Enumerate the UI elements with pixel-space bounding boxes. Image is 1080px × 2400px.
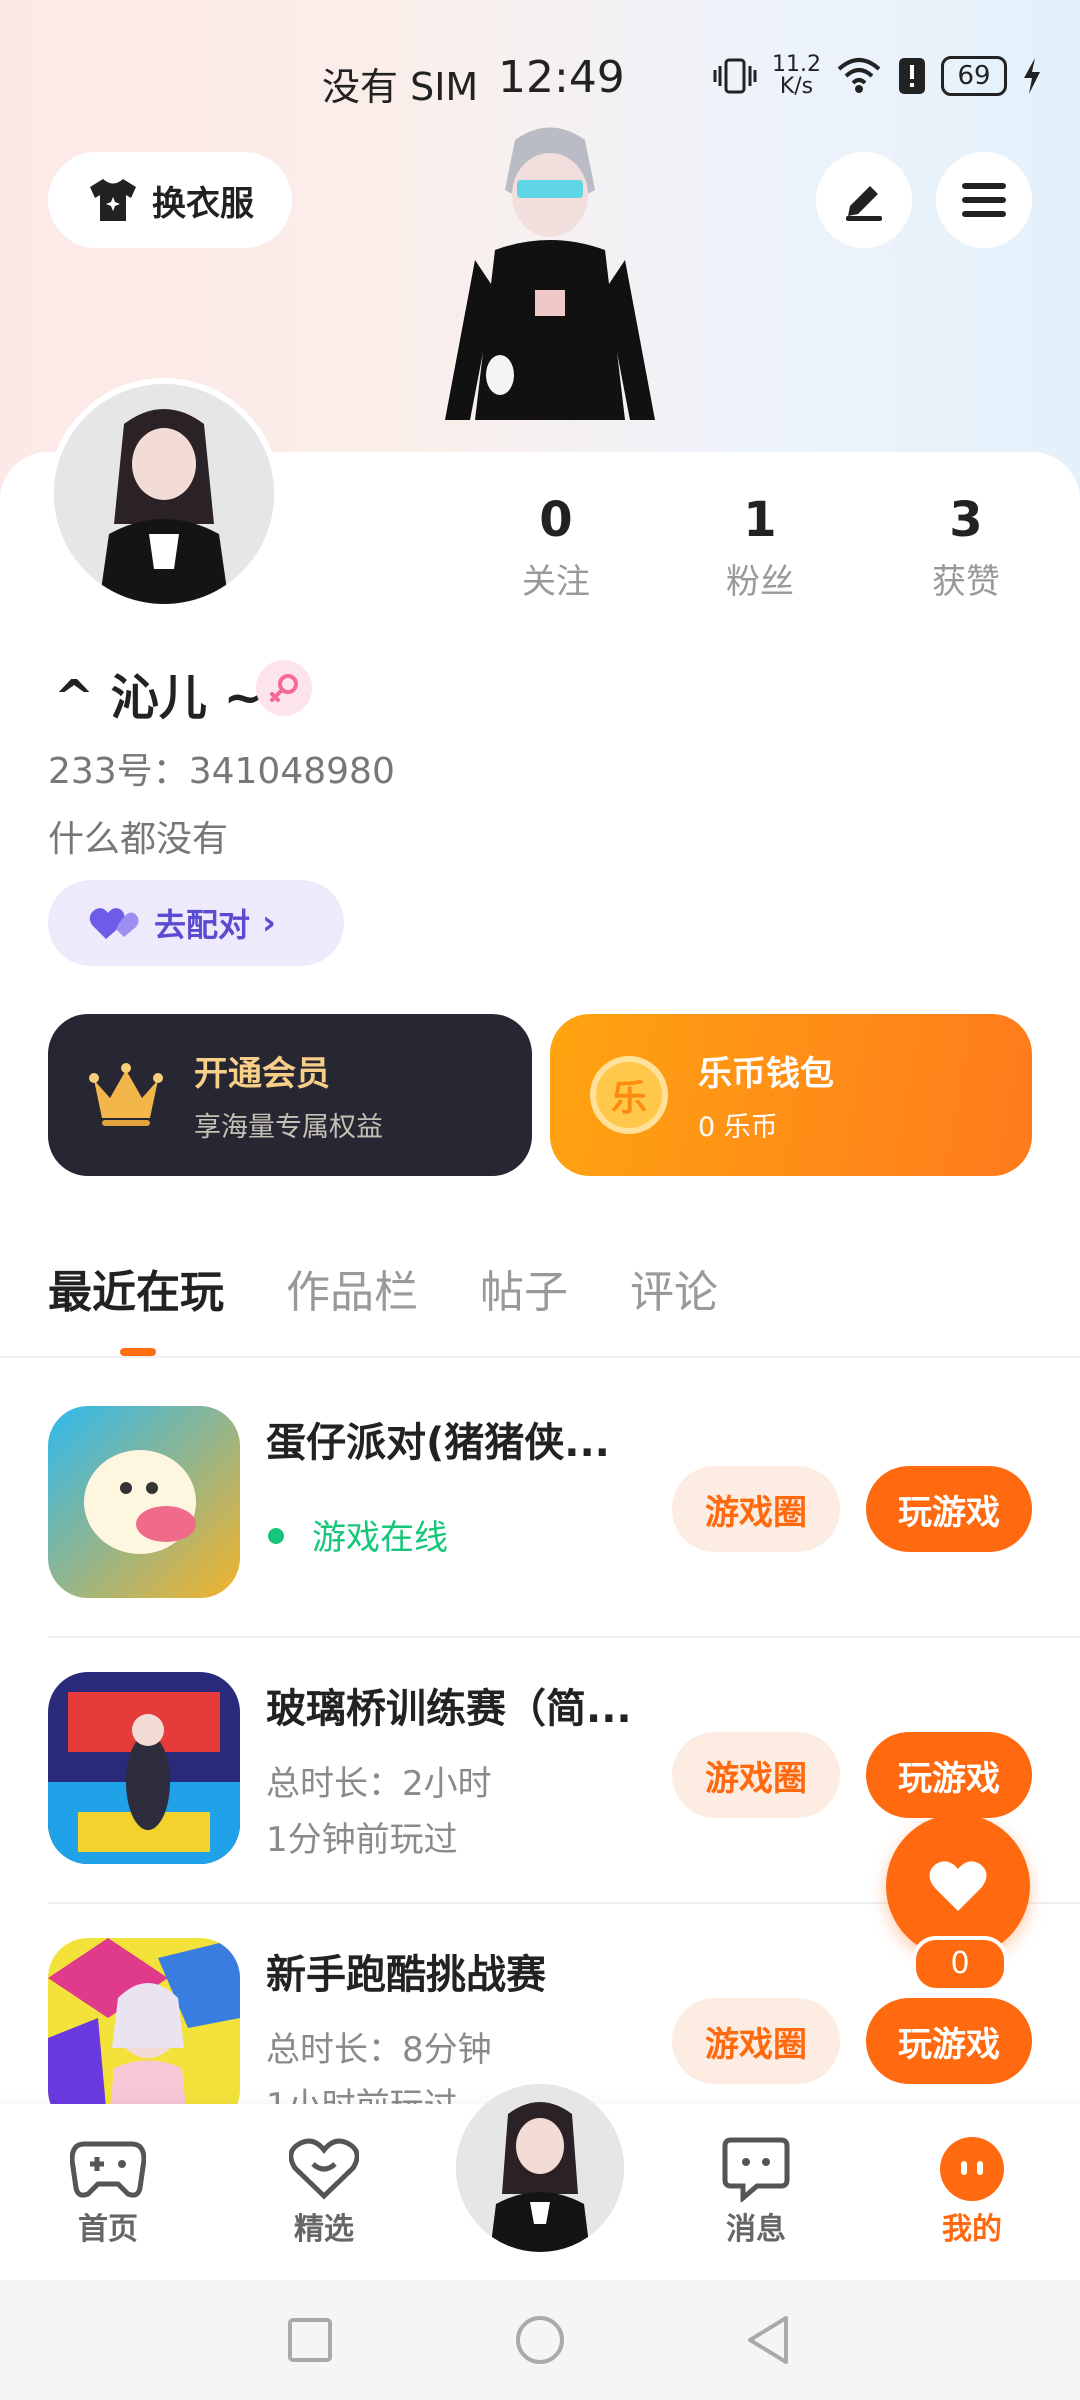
game-icon [48,1672,240,1864]
nickname: ^ 沁儿 ~ [54,670,264,726]
game-title: 玻璃桥训练赛（简... [266,1686,632,1732]
female-gender-icon [256,660,312,716]
system-navigation-bar [0,2280,1080,2400]
user-bio: 什么都没有 [48,819,229,860]
likes-stat[interactable]: 3 获赞 [876,492,1056,603]
sim-alert-icon [898,58,925,94]
play-duration: 总时长：2小时 [266,1764,492,1804]
wifi-icon [837,58,881,93]
online-status-text: 游戏在线 [312,1518,448,1558]
coin-wallet-card[interactable]: 乐 乐币钱包 0 乐币 [550,1014,1032,1176]
nav-featured-label: 精选 [294,2212,354,2247]
wallet-balance: 0 乐币 [698,1112,778,1143]
play-duration: 总时长：8分钟 [266,2030,492,2070]
carrier-text: 没有 SIM [322,65,479,109]
followers-count: 1 [743,492,777,548]
user-id: 233号：341048980 [48,751,395,792]
vip-title: 开通会员 [194,1054,330,1094]
chevron-right-icon: › [262,903,277,943]
vip-subtitle: 享海量专属权益 [194,1112,383,1143]
vibrate-icon [713,58,757,94]
game-circle-button[interactable]: 游戏圈 [672,1732,840,1818]
game-title: 蛋仔派对(猪猪侠... [266,1420,610,1466]
heart-chat-icon [254,2134,394,2204]
last-played: 1小时前玩过 [266,2078,458,2104]
nav-me-label: 我的 [942,2212,1002,2247]
active-tab-indicator [120,1348,156,1356]
nav-featured[interactable]: 精选 [254,2134,394,2248]
nav-me[interactable]: 我的 [902,2134,1042,2248]
match-button[interactable]: 去配对 › [48,880,344,966]
network-speed-value: 11.2 [772,52,821,77]
online-status-dot [268,1528,284,1544]
profile-face-icon [902,2134,1042,2204]
gamepad-icon [38,2134,178,2204]
profile-avatar[interactable] [48,378,280,610]
network-speed: 11.2 K/s [772,54,821,98]
back-icon[interactable] [744,2314,792,2366]
status-bar: 没有 SIM 12:49 11.2 K/s 69 [0,40,1080,120]
profile-tabs: 最近在玩 作品栏 帖子 评论 [48,1256,718,1320]
game-circle-button[interactable]: 游戏圈 [672,1998,840,2084]
tshirt-icon [90,179,136,221]
like-count-badge: 0 [912,1936,1008,1992]
hearts-icon [89,908,139,939]
heart-icon [929,1861,987,1911]
game-circle-button[interactable]: 游戏圈 [672,1466,840,1552]
nav-home-label: 首页 [78,2212,138,2247]
following-stat[interactable]: 0 关注 [466,492,646,603]
nav-center-avatar[interactable] [456,2084,624,2252]
nav-messages-label: 消息 [726,2212,786,2247]
likes-count: 3 [949,492,983,548]
edit-profile-button[interactable] [816,152,912,248]
play-game-button[interactable]: 玩游戏 [866,1466,1032,1552]
tab-works[interactable]: 作品栏 [286,1256,418,1320]
tab-posts[interactable]: 帖子 [480,1256,568,1320]
following-count: 0 [539,492,573,548]
charging-icon [1023,58,1040,94]
hamburger-icon [962,183,1006,217]
change-outfit-button[interactable]: 换衣服 [48,152,292,248]
wallet-title: 乐币钱包 [698,1054,834,1094]
play-game-button[interactable]: 玩游戏 [866,1998,1032,2084]
status-icons: 11.2 K/s 69 [712,54,1043,98]
likes-label: 获赞 [932,562,1000,602]
change-outfit-label: 换衣服 [152,183,254,224]
recent-apps-icon[interactable] [286,2316,334,2364]
message-icon [686,2134,826,2204]
vip-membership-card[interactable]: 开通会员 享海量专属权益 [48,1014,532,1176]
game-row[interactable]: 蛋仔派对(猪猪侠... 游戏在线 游戏圈 玩游戏 [0,1358,1080,1624]
game-icon [48,1938,240,2104]
network-speed-unit: K/s [779,74,814,99]
clock-time: 12:49 [498,52,625,103]
play-game-button[interactable]: 玩游戏 [866,1732,1032,1818]
coin-glyph: 乐 [610,1078,647,1119]
battery-indicator: 69 [940,56,1007,96]
avatar-image [54,384,274,604]
game-title: 新手跑酷挑战赛 [266,1952,546,1998]
nav-messages[interactable]: 消息 [686,2134,826,2248]
followers-stat[interactable]: 1 粉丝 [670,492,850,603]
followers-label: 粉丝 [726,562,794,602]
game-icon [48,1406,240,1598]
menu-button[interactable] [936,152,1032,248]
coin-icon: 乐 [590,1056,668,1134]
tab-recently-played[interactable]: 最近在玩 [48,1256,224,1320]
match-label: 去配对 [154,906,251,944]
crown-icon [89,1063,163,1126]
following-label: 关注 [522,562,590,602]
tab-comments[interactable]: 评论 [630,1256,718,1320]
last-played: 1分钟前玩过 [266,1820,458,1860]
avatar-3d-figure[interactable] [425,120,675,460]
pen-icon [846,186,882,221]
nav-home[interactable]: 首页 [38,2134,178,2248]
home-icon[interactable] [514,2314,566,2366]
